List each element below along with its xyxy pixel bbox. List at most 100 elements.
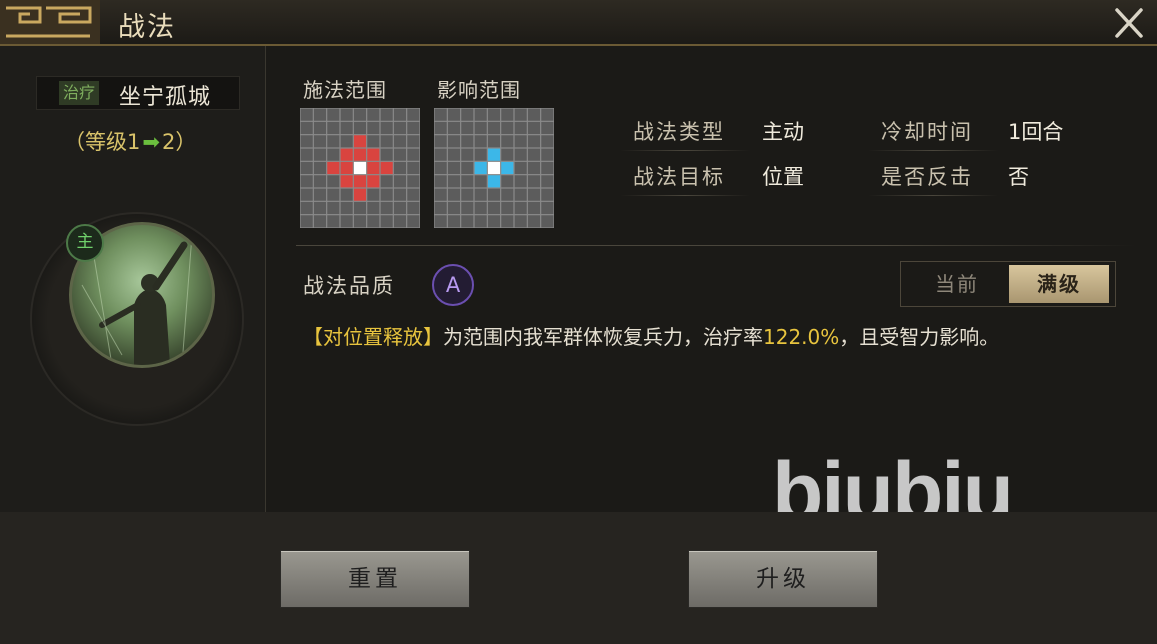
grid-cell xyxy=(407,135,420,148)
grid-cell xyxy=(474,148,487,161)
grid-cell xyxy=(461,121,474,135)
grid-cell xyxy=(487,188,501,201)
grid-cell xyxy=(461,108,474,121)
reset-button[interactable]: 重置 xyxy=(280,550,470,608)
grid-cell xyxy=(434,188,447,201)
grid-cell xyxy=(474,201,487,215)
grid-cell xyxy=(527,135,541,148)
grid-cell xyxy=(474,135,487,148)
grid-cell xyxy=(380,108,393,121)
grid-cell xyxy=(461,175,474,188)
grid-cell xyxy=(327,148,340,161)
grid-cell xyxy=(300,148,313,161)
grid-cell xyxy=(380,188,393,201)
grid-cell xyxy=(393,215,407,228)
skill-description: 【对位置释放】为范围内我军群体恢复兵力，治疗率122.0%，且受智力影响。 xyxy=(303,320,1123,354)
grid-cell xyxy=(393,188,407,201)
skill-info-panel: 治疗 坐宁孤城 （等级1➡2） 主 xyxy=(0,46,266,516)
grid-cell xyxy=(393,201,407,215)
grid-cell xyxy=(340,121,353,135)
grid-cell xyxy=(380,215,393,228)
grid-cell xyxy=(300,175,313,188)
grid-cell xyxy=(514,161,527,175)
heal-rate: 122.0% xyxy=(763,325,840,349)
grid-cell xyxy=(313,175,327,188)
grid-cell xyxy=(541,148,554,161)
grid-cell xyxy=(501,201,514,215)
grid-cell xyxy=(434,215,447,228)
close-button[interactable] xyxy=(1109,4,1149,42)
grid-cell xyxy=(447,135,461,148)
level-arrow-icon: ➡ xyxy=(142,130,160,154)
grid-cell xyxy=(474,121,487,135)
grid-cell xyxy=(461,161,474,175)
grid-cell xyxy=(313,161,327,175)
attr-divider xyxy=(620,195,750,196)
grid-cell xyxy=(461,148,474,161)
description-tag: 【对位置释放】 xyxy=(303,325,443,349)
grid-cell xyxy=(407,188,420,201)
grid-cell xyxy=(300,108,313,121)
close-icon[interactable] xyxy=(1109,4,1149,42)
attr-divider xyxy=(620,150,750,151)
grid-cell xyxy=(474,108,487,121)
grid-cell xyxy=(353,108,367,121)
tab-current-level[interactable]: 当前 xyxy=(907,265,1007,303)
quality-label: 战法品质 xyxy=(303,274,395,298)
grid-cell xyxy=(527,148,541,161)
tab-max-level[interactable]: 满级 xyxy=(1009,265,1109,303)
grid-cell xyxy=(541,135,554,148)
grid-cell xyxy=(313,121,327,135)
grid-cell xyxy=(313,201,327,215)
upgrade-button[interactable]: 升级 xyxy=(688,550,878,608)
grid-cell xyxy=(300,188,313,201)
grid-cell xyxy=(393,108,407,121)
grid-cell xyxy=(407,161,420,175)
grid-cell xyxy=(541,188,554,201)
grid-cell xyxy=(447,121,461,135)
avatar-frame: 主 xyxy=(30,212,244,426)
effect-range-label: 影响范围 xyxy=(437,78,521,102)
grid-cell xyxy=(434,175,447,188)
grid-cell xyxy=(501,161,514,175)
grid-cell xyxy=(367,215,380,228)
attr-label-cooldown: 冷却时间 xyxy=(881,120,973,144)
grid-cell xyxy=(327,108,340,121)
grid-cell xyxy=(474,188,487,201)
grid-cell xyxy=(393,161,407,175)
grid-cell xyxy=(407,201,420,215)
cast-range-label: 施法范围 xyxy=(303,78,387,102)
grid-cell xyxy=(541,161,554,175)
grid-cell xyxy=(514,215,527,228)
grid-cell xyxy=(380,148,393,161)
grid-cell xyxy=(434,108,447,121)
grid-cell xyxy=(327,215,340,228)
grid-cell xyxy=(527,175,541,188)
grid-cell xyxy=(501,135,514,148)
attr-label-type: 战法类型 xyxy=(633,120,725,144)
attr-divider xyxy=(868,195,998,196)
grid-cell xyxy=(300,135,313,148)
grid-cell xyxy=(340,215,353,228)
grid-cell xyxy=(313,148,327,161)
grid-cell xyxy=(300,161,313,175)
grid-cell xyxy=(407,121,420,135)
grid-cell xyxy=(353,135,367,148)
grid-cell xyxy=(541,215,554,228)
grid-cell xyxy=(461,188,474,201)
grid-cell xyxy=(434,148,447,161)
description-text-end: ，且受智力影响。 xyxy=(839,325,1000,349)
grid-cell xyxy=(447,188,461,201)
attr-divider xyxy=(868,150,998,151)
grid-cell xyxy=(313,215,327,228)
grid-cell xyxy=(340,161,353,175)
footer-bar: 重置 升级 xyxy=(0,512,1157,644)
grid-cell xyxy=(501,121,514,135)
grid-cell xyxy=(461,201,474,215)
grid-cell xyxy=(367,161,380,175)
grid-cell xyxy=(313,188,327,201)
attr-value-counter: 否 xyxy=(1008,165,1029,189)
grid-cell xyxy=(327,175,340,188)
grid-cell xyxy=(514,188,527,201)
grid-cell xyxy=(527,215,541,228)
